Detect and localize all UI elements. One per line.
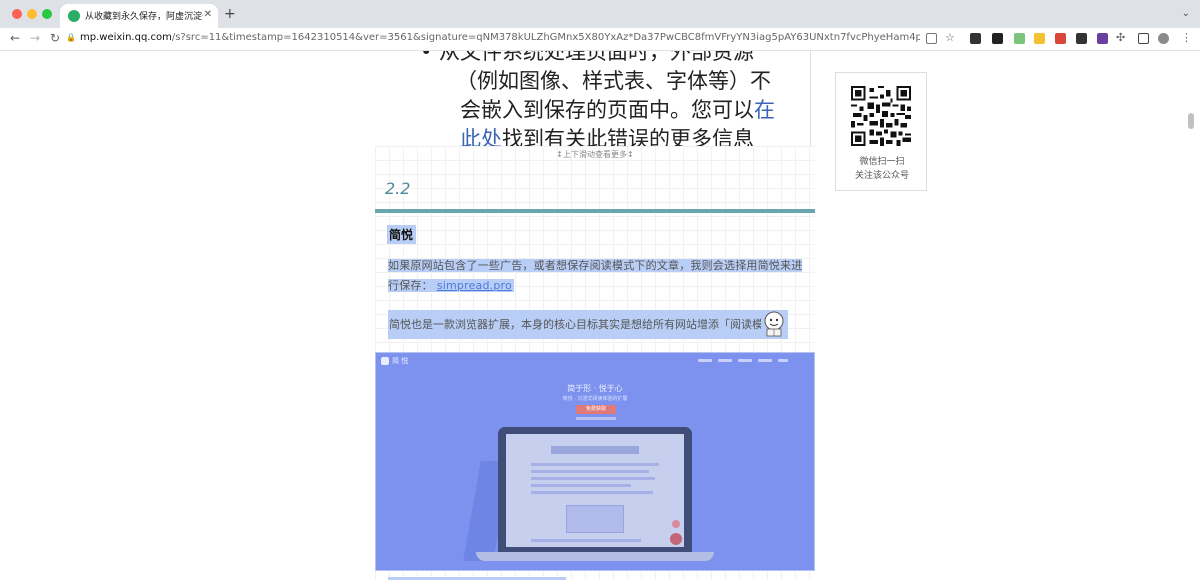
screen-title-block [551, 446, 639, 454]
back-button[interactable]: ← [10, 31, 20, 45]
forward-button[interactable]: → [30, 31, 40, 45]
simpread-logo-icon [381, 357, 389, 365]
simpread-screenshot: 简 悦 简于形 · 悦于心 简悦 · 沉浸式阅读体验的扩展 免费获取 [375, 352, 815, 571]
extension-icon[interactable] [1034, 33, 1045, 44]
tab-title: 从收藏到永久保存，阿虚沉淀一切 [85, 12, 203, 22]
minimize-window-button[interactable] [27, 9, 37, 19]
section-divider [375, 209, 815, 213]
simpread-link[interactable]: simpread.pro [437, 279, 512, 292]
screenshot-menu-item [698, 359, 712, 362]
page-scrollbar-thumb[interactable] [1188, 113, 1194, 129]
screenshot-subline [576, 417, 616, 420]
url-path: /s?src=11&timestamp=1642310514&ver=3561&… [171, 32, 920, 43]
wechat-icon [68, 10, 80, 22]
screenshot-navbar: 简 悦 [376, 353, 814, 371]
browser-tab[interactable]: 从收藏到永久保存，阿虚沉淀一切 ✕ [60, 4, 218, 28]
screenshot-subtitle: 简悦 · 沉浸式阅读体验的扩展 [562, 396, 628, 402]
screen-text-line [531, 477, 655, 480]
scroll-box-border [810, 51, 811, 146]
extension-icon[interactable] [1097, 33, 1108, 44]
scroll-hint: ↕上下滑动查看更多↕ [556, 150, 634, 159]
screen-text-line [531, 484, 631, 487]
scroll-line-text: 找到有关此错误的更多信息 [502, 127, 754, 146]
reload-button[interactable]: ↻ [50, 31, 60, 45]
sidebar-icon[interactable] [1138, 33, 1149, 44]
scroll-line: 此处找到有关此错误的更多信息 [420, 125, 810, 146]
tab-search-chevron-icon[interactable]: ⌄ [1182, 8, 1190, 19]
toolbar: ← → ↻ 🔒 mp.weixin.qq.com/s?src=11&timest… [0, 28, 1200, 51]
paragraph: 简悦也是一款浏览器扩展，本身的核心目标其实是想给所有网站增添「阅读模式」 [388, 310, 788, 339]
screen-image [566, 505, 624, 533]
screenshot-slogan: 简于形 · 悦于心 [567, 384, 623, 393]
new-tab-button[interactable]: + [224, 6, 236, 22]
url-host: mp.weixin.qq.com [80, 32, 172, 43]
error-info-link-start[interactable]: 在 [754, 98, 775, 122]
page-content: • 从文件系统处理页面时，外部资源 （例如图像、样式表、字体等）不 会嵌入到保存… [0, 51, 1200, 580]
puzzle-icon[interactable]: ✣ [1116, 31, 1125, 44]
screenshot-download-button: 免费获取 [576, 405, 616, 414]
bookmark-star-icon[interactable]: ☆ [945, 31, 955, 44]
close-tab-icon[interactable]: ✕ [204, 9, 212, 20]
close-window-button[interactable] [12, 9, 22, 19]
screenshot-menu-item [738, 359, 752, 362]
screenshot-menu-item [778, 359, 788, 362]
extension-icon[interactable] [1014, 33, 1025, 44]
screen-text-line [531, 470, 649, 473]
lock-icon[interactable]: 🔒 [66, 33, 76, 42]
extension-icon[interactable] [1055, 33, 1066, 44]
screen-action-dot [670, 533, 682, 545]
screenshot-menu-item [718, 359, 732, 362]
scroll-line: 会嵌入到保存的页面中。您可以在 [420, 96, 810, 125]
qr-card: 微信扫一扫 关注该公众号 [835, 72, 927, 191]
share-icon[interactable] [926, 33, 937, 44]
screen-text-line [531, 463, 659, 466]
scroll-box[interactable]: • 从文件系统处理页面时，外部资源 （例如图像、样式表、字体等）不 会嵌入到保存… [420, 51, 810, 146]
reading-face-icon [761, 310, 787, 338]
screen-action-dot [672, 520, 680, 528]
section-number: 2.2 [385, 179, 411, 198]
extension-icon[interactable] [992, 33, 1003, 44]
scroll-line: （例如图像、样式表、字体等）不 [456, 69, 771, 93]
maximize-window-button[interactable] [42, 9, 52, 19]
more-menu-icon[interactable]: ⋮ [1181, 31, 1192, 44]
screen-text-line [531, 491, 653, 494]
qr-caption: 微信扫一扫 [859, 157, 905, 167]
scroll-line: • 从文件系统处理页面时，外部资源 [420, 51, 755, 64]
screenshot-brand: 简 悦 [392, 357, 409, 365]
avatar[interactable] [1158, 33, 1169, 44]
paragraph-text: 简悦也是一款浏览器扩展，本身的核心目标其实是想给所有网站增添「阅读模式」 [389, 318, 785, 331]
qr-caption: 关注该公众号 [854, 171, 909, 181]
screenshot-menu-item [758, 359, 772, 362]
section-heading: 简悦 [387, 225, 417, 244]
qr-code-icon [851, 86, 911, 146]
screen-text-line [531, 539, 641, 542]
tab-bar: 从收藏到永久保存，阿虚沉淀一切 ✕ + ⌄ [0, 0, 1200, 28]
address-bar[interactable]: mp.weixin.qq.com/s?src=11&timestamp=1642… [80, 32, 920, 43]
scroll-line-text: 会嵌入到保存的页面中。您可以 [460, 98, 754, 122]
error-info-link[interactable]: 此处 [460, 127, 502, 146]
extension-icon[interactable] [1076, 33, 1087, 44]
paragraph: 如果原网站包含了一些广告，或者想保存阅读模式下的文章，我则会选择用简悦来进行保存… [388, 256, 803, 296]
laptop-base [476, 552, 714, 561]
extension-icon[interactable] [970, 33, 981, 44]
